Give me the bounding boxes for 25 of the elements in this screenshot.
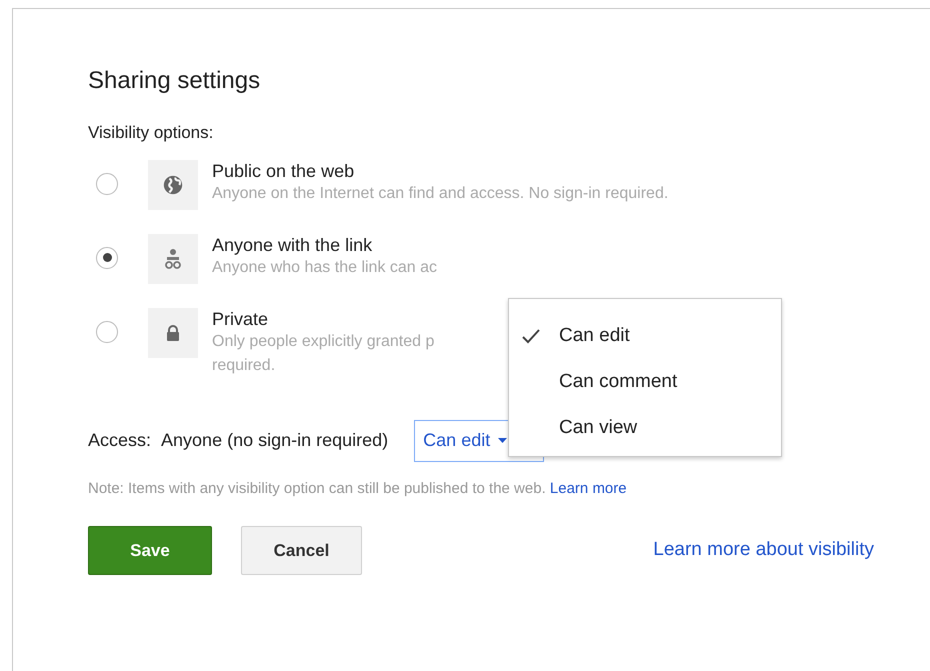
radio-button[interactable] [96,320,118,342]
option-title: Public on the web [212,160,356,182]
dialog-title: Sharing settings [88,66,262,96]
option-description: Only people explicitly granted p [212,332,434,352]
access-value: Anyone (no sign-in required) [161,429,388,452]
access-label: Access: [88,429,152,452]
option-description: required. [212,356,276,376]
note-text: Note: Items with any visibility option can still be published to the web. [88,480,547,496]
menu-item[interactable]: Can comment [509,359,781,405]
option-description: Anyone who has the link can ac [212,258,438,278]
option-description: Anyone on the Internet can find and access. No sign-in required. [212,184,668,204]
save-button[interactable]: Save [88,526,212,575]
caret-icon [498,438,508,443]
option-title: Anyone with the link [212,234,374,256]
visibility-label: Visibility options: [88,122,214,144]
option-title: Private [212,308,270,330]
lock-icon [166,324,180,340]
people-icon [163,248,183,270]
menu-item[interactable]: Can edit [509,313,781,359]
radio-button[interactable] [96,246,118,268]
learn-more-link[interactable]: Learn more [550,480,627,496]
cancel-button[interactable]: Cancel [241,526,362,575]
visibility-help-link[interactable]: Learn more about visibility [653,536,874,565]
globe-icon [162,174,184,196]
radio-button[interactable] [96,172,118,194]
